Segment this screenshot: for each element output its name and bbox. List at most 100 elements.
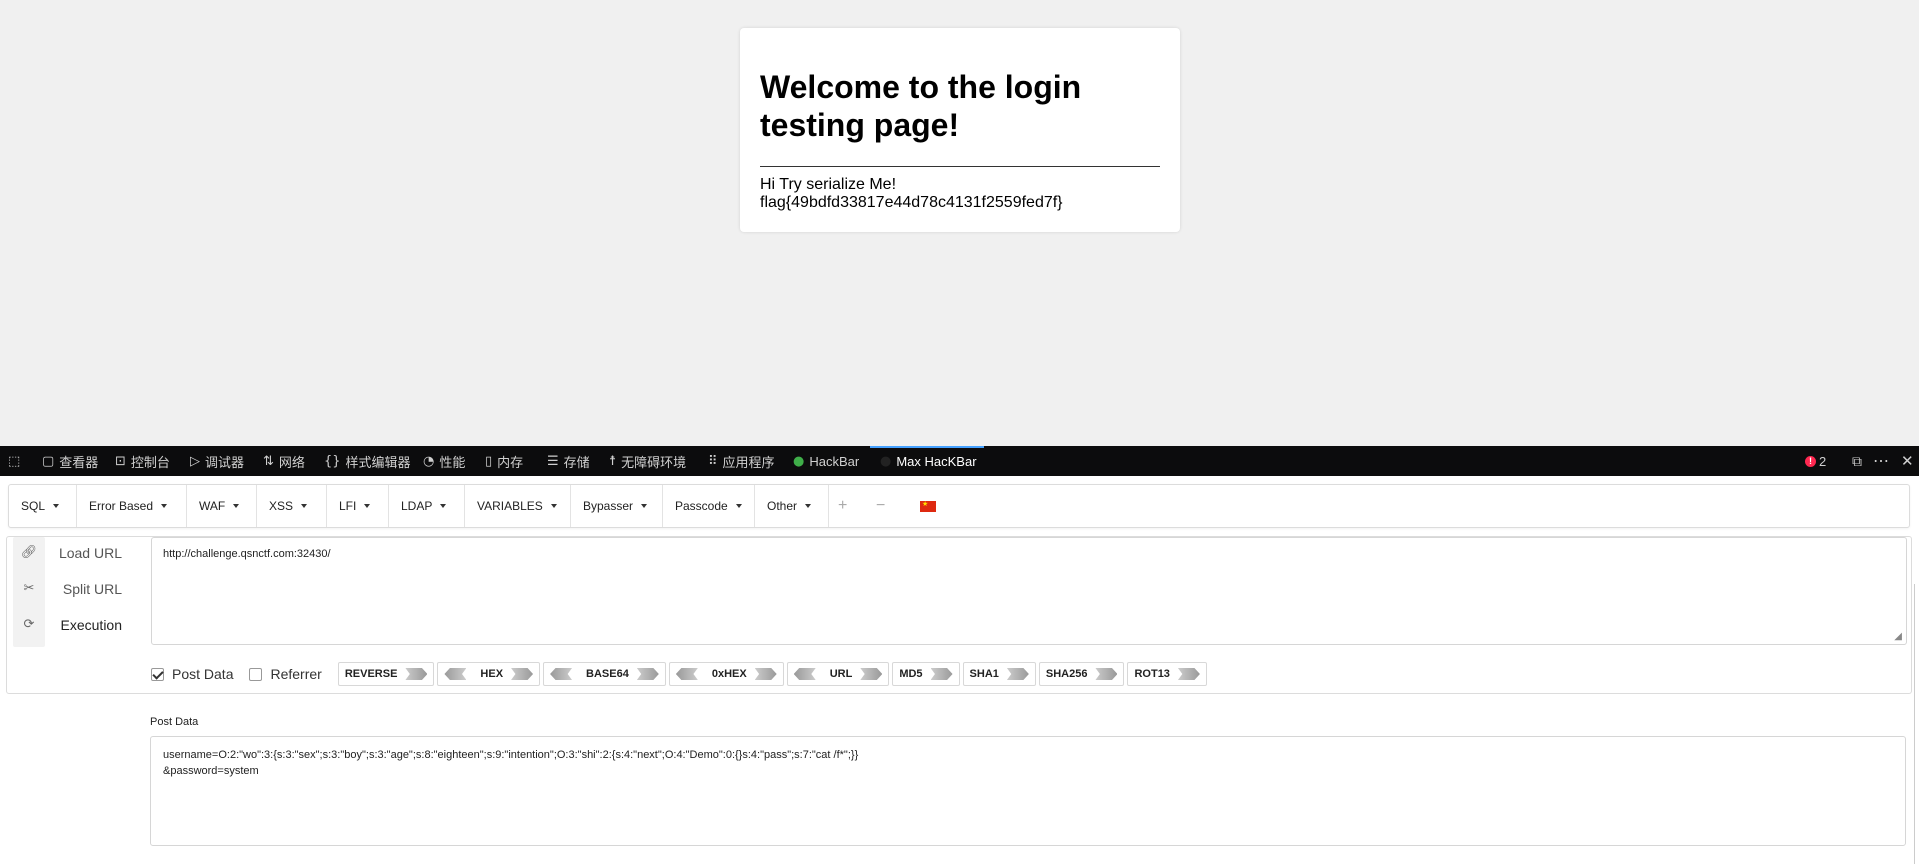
hackbar-icon: ● [793, 453, 805, 469]
split-url-button[interactable]: Split URL [52, 581, 122, 597]
web-page: Welcome to the login testing page! Hi Tr… [0, 0, 1919, 446]
referrer-label: Referrer [270, 666, 322, 682]
decode-arrow-icon [444, 668, 467, 680]
encode-arrow-icon [1177, 668, 1200, 680]
decode-arrow-icon [793, 668, 816, 680]
referrer-checkbox[interactable] [249, 667, 263, 681]
url-section: 🔗︎ ✂ ⟳ Load URL Split URL Execution http… [6, 536, 1912, 694]
debugger-icon: ▷ [190, 453, 200, 469]
tab-performance[interactable]: ◔ 性能 [423, 446, 465, 476]
post-data-line: &password=system [163, 765, 259, 777]
chevron-down-icon [735, 504, 742, 508]
post-data-label: Post Data [172, 666, 234, 682]
hackbar-panel: SQL Error Based WAF XSS LFI LDAP VARIABL… [0, 476, 1919, 864]
error-count-badge[interactable]: ! 2 [1805, 446, 1826, 476]
menu-xss[interactable]: XSS [257, 485, 327, 527]
chevron-down-icon [233, 504, 240, 508]
menu-ldap[interactable]: LDAP [389, 485, 465, 527]
resize-handle-icon[interactable]: ◢ [1894, 631, 1902, 642]
encode-arrow-icon [1006, 668, 1029, 680]
tab-style-editor[interactable]: {} 样式编辑器 [324, 446, 411, 476]
post-data-input[interactable]: username=O:2:"wo":3:{s:3:"sex";s:3:"boy"… [150, 736, 1906, 846]
china-flag-icon[interactable]: ★ [920, 501, 936, 512]
tab-debugger[interactable]: ▷ 调试器 [190, 446, 244, 476]
devtools-tabbar: ⬚ ▢ 查看器 ⊡ 控制台 ▷ 调试器 ⇅ 网络 {} 样式编辑器 ◔ 性能 ▯ 内存 ☰ 存储… [0, 446, 1919, 476]
chevron-down-icon [550, 504, 557, 508]
tab-max-hackbar[interactable]: ● Max HacKBar [880, 446, 977, 476]
md5-button[interactable]: MD5 [892, 662, 960, 686]
tab-hackbar[interactable]: ● HackBar [793, 446, 859, 476]
memory-icon: ▯ [485, 453, 493, 469]
style-editor-icon: {} [324, 453, 341, 469]
menu-passcode[interactable]: Passcode [663, 485, 755, 527]
divider [760, 166, 1160, 167]
network-icon: ⇅ [263, 453, 274, 469]
sha1-button[interactable]: SHA1 [962, 662, 1036, 686]
execution-button[interactable]: Execution [52, 617, 122, 633]
menu-lfi[interactable]: LFI [327, 485, 389, 527]
encode-arrow-icon [754, 668, 777, 680]
encode-arrow-icon [405, 668, 428, 680]
options-row: Post Data Referrer REVERSE HEX BASE64 0x… [151, 661, 1210, 687]
tab-application[interactable]: ⠿ 应用程序 [708, 446, 775, 476]
error-icon: ! [1805, 455, 1816, 467]
action-icons: 🔗︎ ✂ ⟳ [13, 537, 45, 647]
decode-arrow-icon [550, 668, 573, 680]
encode-arrow-icon [511, 668, 534, 680]
plus-icon[interactable]: + [838, 485, 847, 527]
decode-arrow-icon [675, 668, 698, 680]
encode-arrow-icon [1095, 668, 1118, 680]
scissors-icon[interactable]: ✂ [13, 581, 45, 596]
encode-arrow-icon [636, 668, 659, 680]
chevron-down-icon [364, 504, 371, 508]
sha256-button[interactable]: SHA256 [1038, 662, 1125, 686]
reverse-button[interactable]: REVERSE [337, 662, 435, 686]
menu-waf[interactable]: WAF [187, 485, 257, 527]
greeting-text: Hi Try serialize Me! [760, 176, 897, 193]
minus-icon[interactable]: − [876, 485, 885, 527]
tab-accessibility[interactable]: ☨ 无障碍环境 [609, 446, 686, 476]
menu-error-based[interactable]: Error Based [77, 485, 187, 527]
login-card: Welcome to the login testing page! Hi Tr… [740, 28, 1180, 232]
console-icon: ⊡ [115, 453, 126, 469]
tab-memory[interactable]: ▯ 内存 [485, 446, 523, 476]
flag-text: flag{49bdfd33817e44d78c4131f2559fed7f} [760, 194, 1063, 211]
tab-inspector[interactable]: ▢ 查看器 [42, 446, 98, 476]
tab-storage[interactable]: ☰ 存储 [547, 446, 590, 476]
menu-variables[interactable]: VARIABLES [465, 485, 571, 527]
post-data-line: username=O:2:"wo":3:{s:3:"sex";s:3:"boy"… [163, 749, 859, 761]
menu-sql[interactable]: SQL [9, 485, 77, 527]
base64-button[interactable]: BASE64 [543, 662, 666, 686]
tab-console[interactable]: ⊡ 控制台 [115, 446, 170, 476]
max-hackbar-icon: ● [880, 453, 892, 469]
inspector-icon: ▢ [42, 453, 55, 469]
chevron-down-icon [641, 504, 648, 508]
menu-other[interactable]: Other [755, 485, 829, 527]
panel-scrollbar[interactable] [1914, 584, 1915, 864]
load-url-button[interactable]: Load URL [52, 545, 122, 561]
tab-network[interactable]: ⇅ 网络 [263, 446, 305, 476]
application-icon: ⠿ [708, 453, 718, 469]
post-data-checkbox[interactable] [151, 667, 164, 681]
responsive-design-icon[interactable]: ⧉ [1852, 446, 1862, 476]
url-input[interactable]: http://challenge.qsnctf.com:32430/ ◢ [151, 537, 1907, 645]
hex-button[interactable]: HEX [437, 662, 541, 686]
more-options-icon[interactable]: ⋯ [1873, 446, 1889, 476]
chevron-down-icon [805, 504, 812, 508]
0xhex-button[interactable]: 0xHEX [668, 662, 784, 686]
chevron-down-icon [301, 504, 308, 508]
pick-element-icon[interactable]: ⬚ [8, 446, 20, 476]
chevron-down-icon [161, 504, 168, 508]
rot13-button[interactable]: ROT13 [1127, 662, 1207, 686]
page-title: Welcome to the login testing page! [760, 69, 1082, 143]
chevron-down-icon [53, 504, 60, 508]
encode-arrow-icon [860, 668, 883, 680]
menu-bypasser[interactable]: Bypasser [571, 485, 663, 527]
accessibility-icon: ☨ [609, 453, 617, 469]
refresh-icon[interactable]: ⟳ [13, 617, 45, 632]
link-icon[interactable]: 🔗︎ [13, 545, 45, 560]
close-devtools-icon[interactable]: ✕ [1901, 446, 1914, 476]
performance-icon: ◔ [423, 453, 435, 469]
url-encode-button[interactable]: URL [786, 662, 890, 686]
chevron-down-icon [440, 504, 447, 508]
